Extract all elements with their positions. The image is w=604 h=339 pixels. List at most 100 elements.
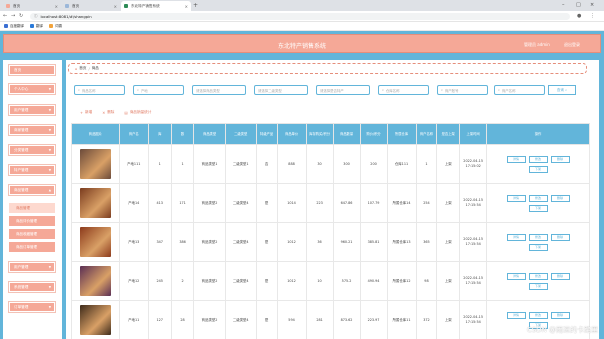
breadcrumb-home[interactable]: 首页 — [79, 66, 86, 71]
search-input-origin[interactable]: ⌕ 产地 — [133, 85, 184, 95]
admin-link[interactable]: 管理员 admin — [524, 42, 550, 48]
bookmark-item[interactable]: 百度翻译 — [4, 24, 24, 29]
profile-icon[interactable]: ● — [577, 13, 581, 19]
detail-button[interactable]: 详情 — [506, 272, 526, 280]
close-window-icon[interactable]: × — [590, 2, 594, 8]
edit-button[interactable]: 修改 — [528, 233, 548, 241]
offline-button[interactable]: 下架 — [528, 165, 548, 173]
sidebar-item-profile[interactable]: 个人中心 ▼ — [9, 84, 55, 94]
select-goods-type[interactable]: 请选择商品类型 — [192, 85, 246, 95]
column-header[interactable]: 商品数量 — [332, 123, 361, 145]
goods-thumbnail[interactable] — [79, 188, 111, 218]
edit-button[interactable]: 修改 — [528, 311, 548, 319]
column-header[interactable]: 商品单价 — [276, 123, 307, 145]
table-cell: 二级类型1 — [224, 144, 257, 184]
column-header[interactable]: 库存购买/积分 — [305, 123, 334, 145]
column-header[interactable]: 是否上架 — [436, 123, 461, 145]
column-header[interactable]: 商品图片 — [71, 123, 120, 145]
sidebar-subitem-goods[interactable]: 商品管理 — [9, 203, 55, 213]
sidebar-item-user-mgmt[interactable]: 用户管理 ▼ — [9, 262, 55, 272]
bookmark-item[interactable]: 翻译 — [30, 24, 43, 29]
detail-button[interactable]: 详情 — [506, 233, 526, 241]
back-icon[interactable]: ← — [3, 13, 7, 19]
browser-tab-3[interactable]: 东北特产销售系统 × — [121, 1, 191, 11]
browser-tab-1[interactable]: 首页 × — [3, 1, 61, 11]
select-is-specialty[interactable]: 请选择是否特产 — [316, 85, 370, 95]
url-field[interactable]: ⓘ localhost:8081/#/shangpin — [30, 13, 570, 20]
minimize-icon[interactable]: – — [562, 2, 565, 8]
search-button[interactable]: 查询 ⌕ — [548, 85, 576, 95]
new-tab-icon[interactable]: + — [193, 2, 198, 9]
forward-icon[interactable]: → — [11, 13, 15, 19]
search-input-merchant-name[interactable]: ⌕ 商户名称 — [494, 85, 545, 95]
table-cell: 98 — [415, 261, 438, 301]
column-header[interactable]: 商户名 — [118, 123, 149, 145]
chevron-down-icon: ▼ — [48, 168, 51, 172]
sidebar-item-goods[interactable]: 商品管理 ▲ — [9, 185, 55, 195]
column-header[interactable]: 商户名称 — [415, 123, 438, 145]
goods-image-cell — [71, 261, 120, 301]
detail-button[interactable]: 详情 — [506, 311, 526, 319]
offline-button[interactable]: 下架 — [528, 204, 548, 212]
delete-row-button[interactable]: 删除 — [550, 233, 570, 241]
edit-button[interactable]: 修改 — [528, 194, 548, 202]
delete-row-button[interactable]: 删除 — [550, 155, 570, 163]
row-actions-line: 详情 修改 删除 — [506, 194, 570, 202]
delete-row-button[interactable]: 删除 — [550, 311, 570, 319]
select-secondary-type[interactable]: 请选择二级类型 — [254, 85, 308, 95]
table-header-row: 商品图片 商户名 库 数 商品类型 二级类型 特级产品 商品单价 库存购买/积分… — [71, 123, 590, 145]
sidebar-item-system[interactable]: 系统管理 ▼ — [9, 282, 55, 292]
delete-button[interactable]: ✕ 删除 — [102, 110, 114, 115]
maximize-icon[interactable]: □ — [576, 2, 581, 8]
offline-button[interactable]: 下架 — [528, 243, 548, 251]
offline-button[interactable]: 下架 — [528, 282, 548, 290]
chevron-down-icon: ▼ — [48, 108, 51, 112]
sidebar-item-merchants[interactable]: 商家管理 ▼ — [9, 125, 55, 135]
delete-row-button[interactable]: 删除 — [550, 194, 570, 202]
csdn-watermark: CSDN @雨逗的卡路里 — [526, 326, 598, 334]
sidebar-item-users[interactable]: 用户管理 ▼ — [9, 105, 55, 115]
search-input-merchant-account[interactable]: ⌕ 商户账号 — [437, 85, 488, 95]
goods-thumbnail[interactable] — [79, 149, 111, 179]
edit-button[interactable]: 修改 — [528, 272, 548, 280]
row-actions: 详情 修改 删除 下架 — [486, 261, 590, 301]
column-header[interactable]: 库 — [147, 123, 172, 145]
delete-row-button[interactable]: 删除 — [550, 272, 570, 280]
goods-thumbnail[interactable] — [79, 227, 111, 257]
breadcrumb-separator: / — [88, 66, 90, 71]
search-input-name[interactable]: ⌕ 商品名称 — [74, 85, 125, 95]
column-header[interactable]: 特级产品 — [255, 123, 278, 145]
add-button[interactable]: + 新增 — [80, 110, 92, 115]
detail-button[interactable]: 详情 — [506, 194, 526, 202]
browser-tab-2[interactable]: 首页 × — [62, 1, 120, 11]
sidebar-item-specialty[interactable]: 特产管理 ▼ — [9, 165, 55, 175]
column-header[interactable]: 二级类型 — [224, 123, 257, 145]
sidebar-item-home[interactable]: 首页 — [9, 65, 55, 75]
sidebar-item-order-mgmt[interactable]: 订单管理 ▼ — [9, 302, 55, 312]
menu-icon[interactable]: ⋮ — [590, 13, 595, 19]
goods-thumbnail[interactable] — [79, 266, 111, 296]
close-tab-icon[interactable]: × — [55, 4, 58, 9]
sidebar-item-categories[interactable]: 分类管理 ▼ — [9, 145, 55, 155]
close-tab-icon[interactable]: × — [114, 4, 117, 9]
goods-thumbnail[interactable] — [79, 305, 111, 335]
search-input-warehouse[interactable]: ⌕ 仓库名称 — [378, 85, 429, 95]
table-row: 产地11 127 28 商品类型2 二级类型4 是 594 281 873.62 223.97 所属… — [71, 300, 590, 339]
column-header[interactable]: 所属仓库 — [386, 123, 417, 145]
edit-button[interactable]: 修改 — [528, 155, 548, 163]
sidebar-subitem-favorites[interactable]: 商品收藏管理 — [9, 229, 55, 239]
table-cell: 所属仓库12 — [386, 261, 417, 301]
sidebar-subitem-reviews[interactable]: 商品评价管理 — [9, 216, 55, 226]
bookmark-item[interactable]: 词霸 — [49, 24, 62, 29]
reload-icon[interactable]: ↻ — [19, 13, 23, 19]
search-icon: ⌕ — [137, 88, 139, 92]
column-header[interactable]: 购价/积分 — [359, 123, 388, 145]
sales-report-button[interactable]: ▤ 商品销量统计 — [124, 110, 151, 115]
detail-button[interactable]: 详情 — [506, 155, 526, 163]
logout-link[interactable]: 退出登录 — [564, 42, 580, 48]
close-tab-icon[interactable]: × — [185, 4, 188, 9]
sidebar-subitem-orders[interactable]: 商品订单管理 — [9, 242, 55, 252]
column-header[interactable]: 上架时间 — [459, 123, 488, 145]
column-header[interactable]: 商品类型 — [193, 123, 226, 145]
column-header[interactable]: 数 — [170, 123, 195, 145]
